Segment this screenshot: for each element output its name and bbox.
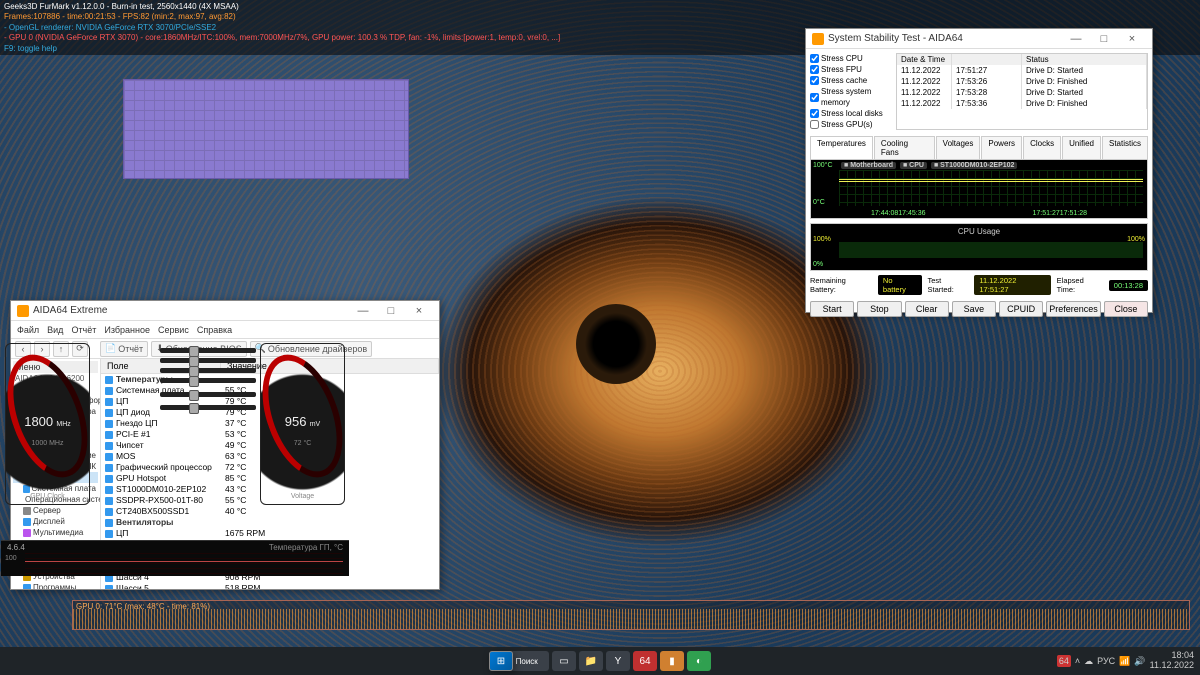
- tray-aida-icon[interactable]: 64: [1057, 655, 1071, 667]
- aida-stability-titlebar[interactable]: System Stability Test - AIDA64 — □ ×: [806, 29, 1152, 49]
- menu-item[interactable]: Отчёт: [71, 325, 96, 335]
- st-btn-stop[interactable]: Stop: [857, 301, 901, 317]
- stress-check-3[interactable]: Stress system memory: [810, 86, 890, 108]
- minimize-icon[interactable]: —: [1062, 33, 1090, 45]
- menu-item[interactable]: Избранное: [104, 325, 150, 335]
- gpu-clock-gauge: 1800 MHz 1000 MHz GPU Clock: [5, 343, 90, 505]
- close-icon[interactable]: ×: [405, 305, 433, 317]
- stability-tab-6[interactable]: Statistics: [1102, 136, 1148, 159]
- stress-checks: Stress CPU Stress FPU Stress cache Stres…: [810, 53, 890, 130]
- aida-icon: [17, 305, 29, 317]
- stress-check-2[interactable]: Stress cache: [810, 75, 890, 86]
- sensor-row: Шасси 5518 RPM: [101, 583, 439, 589]
- aida-stability-window[interactable]: System Stability Test - AIDA64 — □ × Str…: [805, 28, 1153, 313]
- afterburner-monitor: 4.6.4 Температура ГП, °C 100: [1, 540, 349, 576]
- tray-clock[interactable]: 18:0411.12.2022: [1150, 651, 1194, 671]
- sensor-row: ЦП1675 RPM: [101, 528, 439, 539]
- stability-tabs: TemperaturesCooling FansVoltagesPowersCl…: [810, 136, 1148, 159]
- log-table: Date & TimeStatus 11.12.202217:51:27Driv…: [896, 53, 1148, 130]
- report-button[interactable]: 📄 Отчёт: [100, 341, 148, 357]
- stability-tab-1[interactable]: Cooling Fans: [874, 136, 935, 159]
- stability-tab-4[interactable]: Clocks: [1023, 136, 1061, 159]
- stability-buttons: StartStopClearSaveCPUIDPreferencesClose: [810, 301, 1148, 317]
- onedrive-icon[interactable]: ☁: [1084, 656, 1093, 667]
- temperature-graph: 100°C 0°C ■ Motherboard ■ CPU ■ ST1000DM…: [810, 159, 1148, 219]
- explorer-icon[interactable]: 📁: [579, 651, 603, 671]
- st-btn-save[interactable]: Save: [952, 301, 996, 317]
- log-row: 11.12.202217:53:26Drive D: Finished: [897, 76, 1147, 87]
- stress-check-1[interactable]: Stress FPU: [810, 64, 890, 75]
- language-indicator[interactable]: РУС: [1097, 656, 1115, 666]
- aida-taskbar-icon[interactable]: 64: [633, 651, 657, 671]
- tree-item[interactable]: Программы: [13, 582, 98, 589]
- afterburner-version: 4.6.4: [7, 543, 25, 552]
- chevron-up-icon[interactable]: ˄: [1075, 656, 1080, 666]
- voltage-gauge: 956 mV 72 °C Voltage: [260, 343, 345, 505]
- stability-tab-2[interactable]: Voltages: [936, 136, 981, 159]
- log-row: 11.12.202217:53:36Drive D: Finished: [897, 98, 1147, 109]
- sensor-row: CT240BX500SSD140 °C: [101, 506, 439, 517]
- memory-graph: [123, 79, 409, 179]
- maximize-icon[interactable]: □: [377, 305, 405, 317]
- stress-check-4[interactable]: Stress local disks: [810, 108, 890, 119]
- aida-menu: Файл Вид Отчёт Избранное Сервис Справка: [11, 321, 439, 339]
- menu-item[interactable]: Файл: [17, 325, 39, 335]
- tree-item[interactable]: Сервер: [13, 505, 98, 516]
- stability-tab-0[interactable]: Temperatures: [810, 136, 873, 159]
- stability-tab-3[interactable]: Powers: [981, 136, 1022, 159]
- st-btn-cpuid[interactable]: CPUID: [999, 301, 1043, 317]
- stress-check-5[interactable]: Stress GPU(s): [810, 119, 890, 130]
- tree-item[interactable]: Дисплей: [13, 516, 98, 527]
- st-btn-clear[interactable]: Clear: [905, 301, 949, 317]
- tree-item[interactable]: Мультимедиа: [13, 527, 98, 538]
- stability-tab-5[interactable]: Unified: [1062, 136, 1101, 159]
- category-row: Вентиляторы: [101, 517, 439, 528]
- furmark-title: Geeks3D FurMark v1.12.0.0 - Burn-in test…: [4, 2, 1196, 12]
- maximize-icon[interactable]: □: [1090, 33, 1118, 45]
- log-row: 11.12.202217:51:27Drive D: Started: [897, 65, 1147, 76]
- system-tray[interactable]: 64 ˄ ☁ РУС 📶 🔊 18:0411.12.2022: [1057, 651, 1194, 671]
- app-taskbar-icon[interactable]: ◐: [687, 651, 711, 671]
- aida-extreme-titlebar[interactable]: AIDA64 Extreme — □ ×: [11, 301, 439, 321]
- stress-check-0[interactable]: Stress CPU: [810, 53, 890, 64]
- browser-icon[interactable]: Y: [606, 651, 630, 671]
- minimize-icon[interactable]: —: [349, 305, 377, 317]
- gpu-monitor-strip: GPU 0: 71°C (max: 48°C - time: 81%): [72, 600, 1190, 630]
- network-icon[interactable]: 📶: [1119, 656, 1130, 667]
- taskbar[interactable]: ⊞ 🔍 Поиск ▭ 📁 Y 64 ▮ ◐ 64 ˄ ☁ РУС 📶 🔊 18…: [0, 647, 1200, 675]
- menu-item[interactable]: Справка: [197, 325, 232, 335]
- st-btn-preferences[interactable]: Preferences: [1046, 301, 1101, 317]
- st-btn-start[interactable]: Start: [810, 301, 854, 317]
- furmark-taskbar-icon[interactable]: ▮: [660, 651, 684, 671]
- cpu-usage-graph: CPU Usage 100% 100% 0%: [810, 223, 1148, 271]
- furmark-frames: Frames:107886 - time:00:21:53 - FPS:82 (…: [4, 12, 1196, 22]
- close-icon[interactable]: ×: [1118, 33, 1146, 45]
- st-btn-close[interactable]: Close: [1104, 301, 1148, 317]
- aida-icon: [812, 33, 824, 45]
- menu-item[interactable]: Сервис: [158, 325, 189, 335]
- task-view-icon[interactable]: ▭: [552, 651, 576, 671]
- log-row: 11.12.202217:53:28Drive D: Started: [897, 87, 1147, 98]
- start-button[interactable]: ⊞: [489, 651, 513, 671]
- menu-item[interactable]: Вид: [47, 325, 63, 335]
- volume-icon[interactable]: 🔊: [1134, 656, 1145, 667]
